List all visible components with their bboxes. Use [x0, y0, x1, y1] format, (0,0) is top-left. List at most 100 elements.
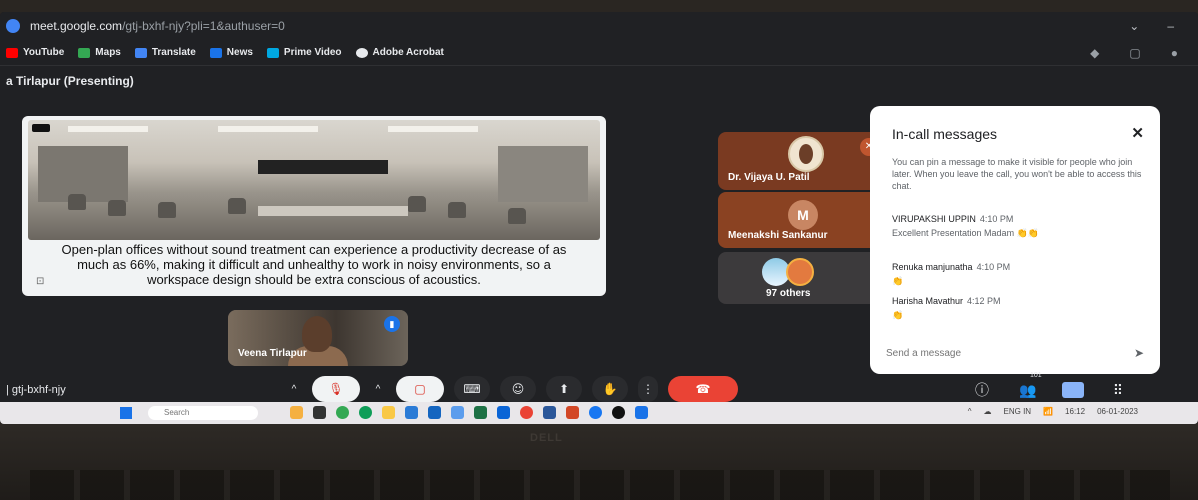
wifi-icon[interactable]: 📶 — [1043, 407, 1053, 416]
slide-options-icon[interactable]: ⊡ — [36, 276, 44, 287]
participant-tile-meenakshi[interactable]: M Meenakshi Sankanur — [718, 192, 884, 248]
camera-options-chevron-icon[interactable]: ^ — [370, 384, 386, 395]
self-video-tile[interactable]: ▮ Veena Tirlapur — [228, 310, 408, 366]
mail-icon[interactable] — [428, 406, 441, 419]
people-icon[interactable]: 👥 101 — [1016, 372, 1041, 399]
meet-favicon-icon — [6, 19, 20, 33]
tray-chevron-icon[interactable]: ^ — [968, 407, 972, 416]
leave-call-button[interactable]: ☎ — [668, 376, 738, 402]
excel-icon[interactable] — [474, 406, 487, 419]
tray-time[interactable]: 16:12 — [1065, 407, 1085, 416]
activities-icon[interactable]: ⠿ — [1106, 382, 1130, 399]
emoji-icon: 👏👏 — [1016, 228, 1039, 238]
avatar — [788, 136, 824, 172]
edge-icon[interactable] — [359, 406, 372, 419]
mic-options-chevron-icon[interactable]: ^ — [286, 384, 302, 395]
bookmarks-bar: YouTube Maps Translate News Prime Video … — [0, 40, 1198, 66]
chat-icon[interactable] — [1062, 382, 1084, 398]
acrobat-icon — [355, 47, 368, 58]
camera-toggle-button[interactable]: ▢ — [396, 376, 444, 402]
chat-message-input[interactable] — [886, 342, 1114, 364]
address-bar[interactable]: meet.google.com/gtj-bxhf-njy?pli=1&authu… — [0, 12, 1198, 40]
maps-icon — [78, 47, 91, 58]
minimize-icon[interactable]: – — [1167, 19, 1174, 33]
laptop-logo: DELL — [530, 432, 563, 444]
bookmark-maps[interactable]: Maps — [78, 47, 121, 58]
chat-title: In-call messages — [892, 126, 998, 142]
call-controls: ^ 🎙 ^ ▢ ⌨ ☺ ⬆ ✋ ⋮ ☎ — [286, 376, 738, 402]
close-chat-button[interactable]: ✕ — [1131, 124, 1144, 142]
emoji-icon: 👏 — [892, 310, 904, 320]
more-options-button[interactable]: ⋮ — [638, 376, 658, 402]
self-tile-name: Veena Tirlapur — [238, 348, 307, 359]
presenter-title: a Tirlapur (Presenting) — [6, 74, 134, 88]
chat-message[interactable]: Harisha Mavathur 4:12 PM 👏 — [892, 296, 1148, 321]
captions-button[interactable]: ⌨ — [454, 376, 490, 402]
meeting-code: | gtj-bxhf-njy — [6, 384, 66, 396]
profile-icon[interactable]: ● — [1171, 46, 1178, 60]
participant-tile-vijaya[interactable]: ✕ Dr. Vijaya U. Patil — [718, 132, 884, 190]
url-text[interactable]: meet.google.com/gtj-bxhf-njy?pli=1&authu… — [30, 19, 285, 33]
taskbar-apps — [290, 406, 648, 419]
cloud-icon[interactable]: ☁ — [984, 407, 992, 416]
participant-name: Dr. Vijaya U. Patil — [728, 172, 810, 183]
facebook-icon[interactable] — [589, 406, 602, 419]
news-icon — [209, 47, 222, 58]
laptop-screen: meet.google.com/gtj-bxhf-njy?pli=1&authu… — [0, 12, 1198, 424]
tray-date[interactable]: 06-01-2023 — [1097, 407, 1138, 416]
send-icon[interactable]: ➤ — [1134, 346, 1144, 360]
audio-indicator-icon: ▮ — [384, 316, 400, 332]
address-bar-actions: ⌄ – — [1129, 19, 1174, 33]
extension-icon[interactable]: ◆ — [1090, 46, 1099, 60]
file-explorer-icon[interactable] — [382, 406, 395, 419]
chat-pin-note: You can pin a message to make it visible… — [892, 157, 1142, 191]
chrome-app-icon[interactable] — [520, 406, 533, 419]
system-tray: ^ ☁ ENG IN 📶 16:12 06-01-2023 — [968, 407, 1138, 416]
slide-control-icon[interactable] — [32, 124, 50, 132]
meeting-side-controls: ⓘ 👥 101 ⠿ — [970, 372, 1130, 400]
task-view-icon[interactable] — [313, 406, 326, 419]
others-tile[interactable]: 97 others — [718, 252, 884, 304]
raise-hand-button[interactable]: ✋ — [592, 376, 628, 402]
bookmark-youtube[interactable]: YouTube — [6, 47, 64, 58]
word-icon[interactable] — [543, 406, 556, 419]
participant-name: Meenakshi Sankanur — [728, 230, 828, 241]
widgets-icon[interactable] — [290, 406, 303, 419]
others-count: 97 others — [766, 288, 811, 299]
photos-icon[interactable] — [451, 406, 464, 419]
chat-message[interactable]: Renuka manjunatha 4:10 PM 👏 — [892, 262, 1148, 287]
avatar: M — [788, 200, 818, 230]
tab-search-icon[interactable]: ⌄ — [1129, 19, 1139, 33]
youtube-icon — [6, 47, 18, 58]
slide-caption: Open-plan offices without sound treatmen… — [61, 242, 567, 287]
bookmark-prime-video[interactable]: Prime Video — [266, 47, 342, 58]
present-screen-button[interactable]: ⬆ — [546, 376, 582, 402]
bookmark-adobe-acrobat[interactable]: Adobe Acrobat — [355, 47, 444, 58]
meeting-details-icon[interactable]: ⓘ — [970, 380, 994, 400]
bookmark-news[interactable]: News — [209, 47, 253, 58]
chrome-app-icon[interactable] — [336, 406, 349, 419]
powerpoint-icon[interactable] — [566, 406, 579, 419]
outlook-icon[interactable] — [497, 406, 510, 419]
avatar — [786, 258, 814, 286]
prime-video-icon — [266, 47, 279, 58]
windows-taskbar: ^ ☁ ENG IN 📶 16:12 06-01-2023 — [0, 402, 1198, 424]
chat-message[interactable]: VIRUPAKSHI UPPIN 4:10 PM Excellent Presen… — [892, 214, 1148, 239]
meet-app-icon[interactable] — [635, 406, 648, 419]
emoji-reaction-button[interactable]: ☺ — [500, 376, 536, 402]
store-icon[interactable] — [405, 406, 418, 419]
keyboard — [30, 470, 1170, 500]
sidebar-icon[interactable]: ▢ — [1129, 46, 1140, 60]
chat-panel: In-call messages ✕ You can pin a message… — [870, 106, 1160, 374]
meet-stage: a Tirlapur (Presenting) Open-plan office… — [0, 66, 1198, 402]
bookmark-translate[interactable]: Translate — [134, 47, 196, 58]
presentation-view[interactable]: Open-plan offices without sound treatmen… — [22, 116, 606, 296]
translate-icon — [134, 47, 147, 58]
browser-extension-icons: ◆ ▢ ● — [1090, 46, 1178, 60]
threads-icon[interactable] — [612, 406, 625, 419]
office-photo — [28, 120, 600, 240]
windows-start-icon[interactable] — [120, 407, 132, 419]
taskbar-search-input[interactable] — [148, 406, 258, 420]
mic-toggle-button[interactable]: 🎙 — [312, 376, 360, 402]
tray-language[interactable]: ENG IN — [1004, 407, 1032, 416]
